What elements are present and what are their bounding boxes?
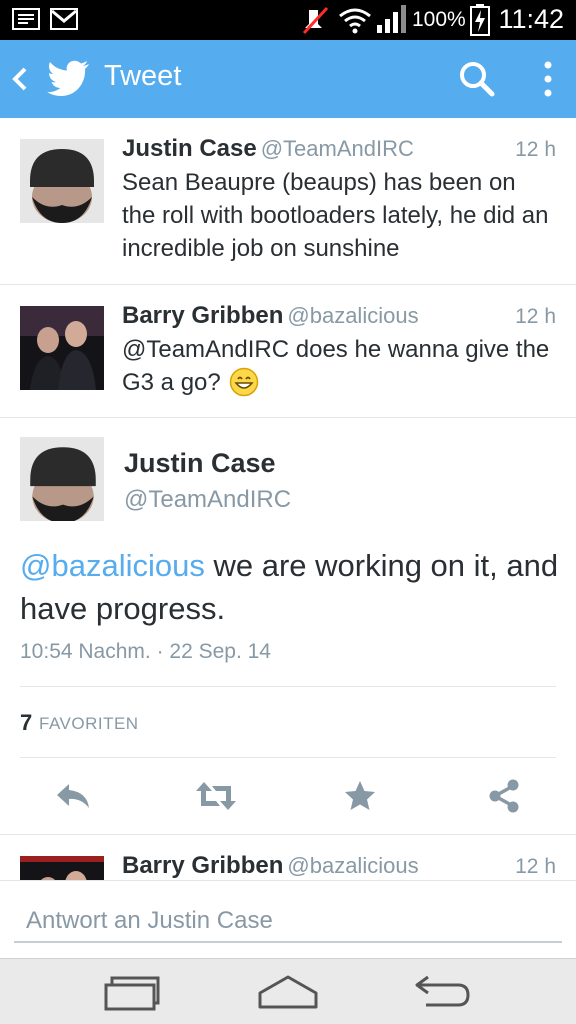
share-icon[interactable] [486, 778, 522, 814]
reply-bar [0, 880, 576, 958]
status-bar: 100% 11:42 [0, 0, 576, 40]
author-name: Barry Gribben [122, 302, 284, 329]
avatar[interactable] [20, 437, 104, 521]
tweet-time: 12 h [515, 855, 556, 878]
tweet-time: 12 h [515, 305, 556, 328]
avatar[interactable] [20, 306, 104, 390]
tweet-text-content: @TeamAndIRC does he wanna give the G3 a … [122, 336, 550, 396]
reply-icon[interactable] [54, 778, 92, 814]
wifi-icon [339, 8, 371, 34]
reply-input[interactable] [14, 901, 562, 943]
app-bar: Tweet [0, 40, 576, 118]
divider [20, 757, 556, 758]
twitter-bird-icon[interactable] [46, 59, 90, 97]
tweet-author[interactable]: Barry Gribben @bazalicious [122, 302, 419, 330]
app-title: Tweet [104, 60, 182, 92]
back-icon[interactable] [10, 66, 30, 92]
avatar[interactable] [20, 139, 104, 223]
retweet-icon[interactable] [194, 778, 238, 814]
divider [20, 686, 556, 687]
tweet-text: Sean Beaupre (beaups) has been on the ro… [122, 169, 549, 262]
gmail-icon [50, 8, 78, 30]
focused-author-handle[interactable]: @TeamAndIRC [124, 486, 291, 514]
author-handle: @bazalicious [287, 853, 419, 878]
tweet-author[interactable]: Justin Case @TeamAndIRC [122, 135, 414, 163]
favorite-icon[interactable] [342, 778, 378, 814]
system-nav-bar [0, 958, 576, 1024]
tweet-row[interactable]: Barry Gribben @bazalicious 12 h [0, 835, 576, 880]
recent-apps-icon[interactable] [104, 973, 160, 1011]
author-handle: @bazalicious [287, 303, 419, 328]
clock: 11:42 [498, 4, 564, 34]
home-icon[interactable] [256, 973, 320, 1011]
avatar[interactable] [20, 856, 104, 880]
mention-link[interactable]: @bazalicious [20, 548, 205, 583]
tweet-author[interactable]: Barry Gribben @bazalicious [122, 852, 419, 880]
overflow-menu-icon[interactable] [542, 60, 554, 98]
battery-charging-icon [470, 4, 490, 36]
signal-icon [377, 5, 406, 33]
focused-tweet-text: @bazalicious we are working on it, and h… [20, 544, 560, 630]
grin-emoji [230, 367, 259, 397]
battery-percent: 100% [412, 8, 466, 31]
back-nav-icon[interactable] [414, 973, 472, 1011]
favorites-count[interactable]: 7 [20, 710, 32, 736]
author-name: Barry Gribben [122, 852, 284, 879]
tweet-time: 12 h [515, 138, 556, 161]
search-icon[interactable] [458, 60, 496, 98]
focused-author-name[interactable]: Justin Case [124, 448, 276, 479]
message-icon [12, 8, 40, 30]
author-handle: @TeamAndIRC [260, 136, 414, 161]
favorites-label[interactable]: FAVORITEN [39, 714, 139, 734]
mute-icon [302, 6, 329, 35]
author-name: Justin Case [122, 135, 257, 162]
tweet-text: @TeamAndIRC does he wanna give the G3 a … [122, 333, 552, 399]
tweet-row[interactable]: Justin Case @TeamAndIRC 12 h Sean Beaupre… [0, 118, 576, 285]
tweet-timestamp: 10:54 Nachm. · 22 Sep. 14 [20, 640, 271, 663]
tweet-row[interactable]: Barry Gribben @bazalicious 12 h @TeamAndI… [0, 285, 576, 418]
